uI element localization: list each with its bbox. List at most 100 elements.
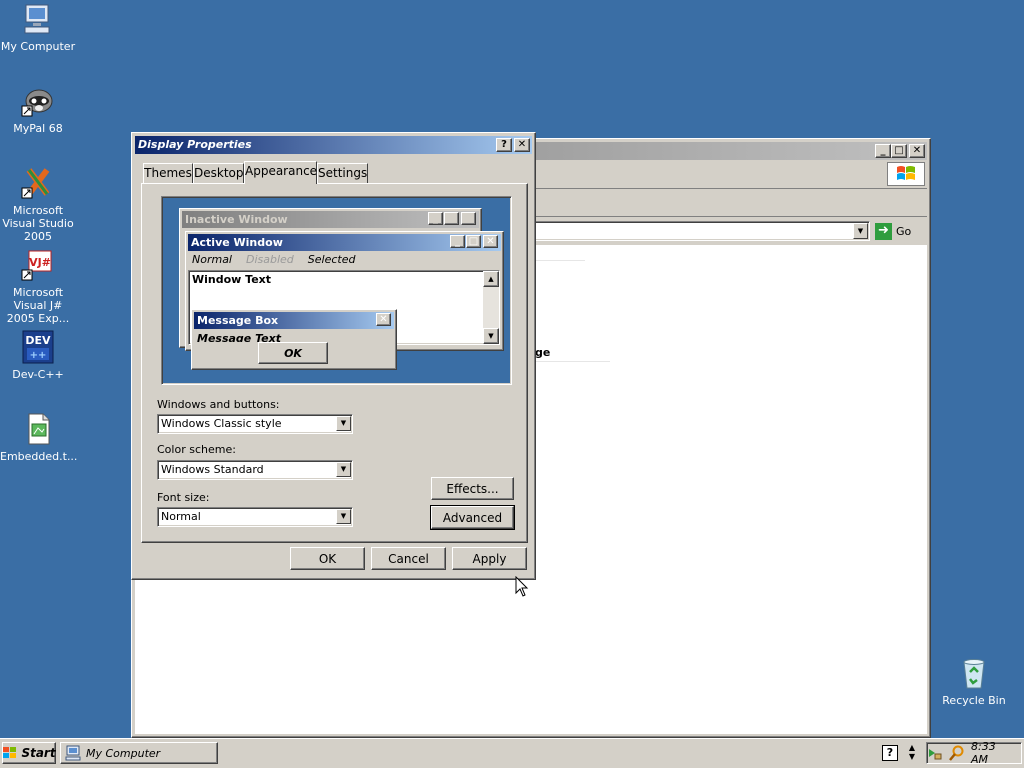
svg-text:++: ++ [30, 350, 47, 361]
tab-label: Desktop [194, 166, 244, 180]
desktop-icon-my-computer[interactable]: My Computer [0, 2, 76, 53]
content-divider [535, 361, 610, 362]
go-label: Go [896, 224, 912, 238]
appearance-preview: Inactive Window _ □ ✕ Active Window _ □ … [161, 196, 512, 385]
dialog-title-bar[interactable]: Display Properties ? ✕ [135, 136, 532, 154]
dialog-title: Display Properties [138, 138, 252, 151]
windows-flag-icon [2, 746, 18, 760]
taskbar: Start My Computer ? ▲ ▼ 8:33 AM [0, 738, 1024, 768]
windows-buttons-select[interactable]: Windows Classic style ▼ [157, 414, 353, 434]
tab-desktop[interactable]: Desktop [193, 163, 244, 183]
inactive-window-title: Inactive Window [185, 213, 288, 226]
desktop-icon-label: Microsoft Visual Studio 2005 [2, 204, 74, 243]
desktop-icon-dev-cpp[interactable]: DEV ++ Dev-C++ [0, 330, 76, 381]
preview-message-box-title-bar: Message Box ✕ [194, 312, 394, 329]
desktop-icon-visual-studio[interactable]: Microsoft Visual Studio 2005 [0, 166, 76, 243]
desktop-icon-visual-jsharp[interactable]: VJ# Microsoft Visual J# 2005 Exp... [0, 248, 76, 325]
desktop-icon-label: Recycle Bin [942, 694, 1006, 707]
tab-label: Appearance [245, 164, 318, 178]
scroll-down-icon: ▼ [483, 328, 499, 344]
minimize-button[interactable]: _ [875, 144, 891, 158]
preview-ok-button: OK [258, 342, 328, 364]
color-scheme-select[interactable]: Windows Standard ▼ [157, 460, 353, 480]
taskbar-item-label: My Computer [86, 746, 161, 760]
font-size-label: Font size: [157, 491, 210, 504]
close-icon: ✕ [376, 313, 391, 326]
maximize-button[interactable]: □ [891, 144, 907, 158]
message-box-title: Message Box [197, 314, 279, 327]
apply-label: Apply [472, 551, 507, 566]
desktop-icon-label: Dev-C++ [12, 368, 64, 381]
cancel-button[interactable]: Cancel [371, 547, 446, 570]
close-icon: ✕ [461, 212, 476, 225]
preview-message-box: Message Box ✕ Message Text OK [191, 309, 397, 370]
computer-icon [21, 2, 55, 36]
tab-themes[interactable]: Themes [143, 163, 193, 183]
menu-disabled: Disabled [246, 253, 294, 266]
svg-text:DEV: DEV [25, 334, 51, 347]
help-tray-icon[interactable]: ? [882, 745, 898, 761]
partial-group-heading: ge [535, 346, 551, 359]
close-button[interactable]: ✕ [514, 138, 530, 152]
cancel-label: Cancel [388, 551, 429, 566]
message-text-clip: Message Text [197, 331, 347, 343]
help-button[interactable]: ? [496, 138, 512, 152]
close-button[interactable]: ✕ [909, 144, 925, 158]
chevron-down-icon[interactable]: ▼ [336, 416, 351, 431]
maximize-icon: □ [466, 235, 481, 248]
clock[interactable]: 8:33 AM [971, 740, 1015, 766]
content-divider [535, 260, 585, 261]
language-switch-icon[interactable]: ▲ ▼ [906, 743, 918, 763]
ok-label: OK [318, 551, 337, 566]
color-scheme-label: Color scheme: [157, 443, 236, 456]
desktop-icon-label: Microsoft Visual J# 2005 Exp... [6, 286, 70, 325]
advanced-button[interactable]: Advanced [430, 505, 515, 530]
taskbar-item-my-computer[interactable]: My Computer [60, 742, 218, 764]
desktop-icon-embedded[interactable]: Embedded.t... [0, 412, 78, 463]
go-button[interactable]: ➜ Go [875, 221, 923, 241]
effects-label: Effects... [446, 481, 499, 496]
active-window-title: Active Window [191, 236, 283, 249]
windows-logo-icon [887, 162, 925, 186]
mouse-cursor-icon [515, 575, 529, 598]
effects-button[interactable]: Effects... [431, 477, 514, 500]
dev-cpp-icon: DEV ++ [21, 330, 55, 364]
visual-jsharp-icon: VJ# [21, 248, 55, 282]
start-button[interactable]: Start [2, 742, 56, 764]
desktop-icon-recycle-bin[interactable]: Recycle Bin [936, 656, 1012, 707]
minimize-icon: _ [450, 235, 465, 248]
tab-appearance[interactable]: Appearance [244, 161, 317, 184]
chevron-down-icon[interactable]: ▼ [336, 509, 351, 524]
windows-buttons-label: Windows and buttons: [157, 398, 280, 411]
preview-inactive-title-bar: Inactive Window _ □ ✕ [182, 211, 479, 228]
preview-scrollbar: ▲ ▼ [483, 271, 499, 344]
apply-button[interactable]: Apply [452, 547, 527, 570]
font-size-select[interactable]: Normal ▼ [157, 507, 353, 527]
chevron-down-icon[interactable]: ▼ [336, 462, 351, 477]
recycle-bin-icon [957, 656, 991, 690]
desktop-icon-label: Embedded.t... [0, 450, 78, 463]
message-text: Message Text [197, 332, 281, 343]
raccoon-browser-icon [21, 84, 55, 118]
visual-studio-icon [21, 166, 55, 200]
preview-menu-bar: Normal Disabled Selected [192, 253, 355, 266]
appearance-tab-panel: Inactive Window _ □ ✕ Active Window _ □ … [141, 183, 528, 543]
svg-text:VJ#: VJ# [29, 256, 51, 269]
advanced-label: Advanced [442, 510, 503, 525]
go-arrow-icon: ➜ [875, 222, 892, 240]
ok-button[interactable]: OK [290, 547, 365, 570]
address-dropdown-button[interactable]: ▼ [853, 223, 868, 239]
network-tray-icon[interactable] [927, 745, 943, 761]
document-icon [21, 412, 55, 446]
close-icon: ✕ [483, 235, 498, 248]
preview-active-title-bar: Active Window _ □ ✕ [188, 234, 501, 251]
window-text: Window Text [192, 273, 272, 286]
scroll-up-icon: ▲ [483, 271, 499, 287]
search-tray-icon[interactable] [949, 745, 965, 761]
tab-settings[interactable]: Settings [317, 163, 368, 183]
computer-icon [65, 745, 81, 761]
menu-selected: Selected [307, 253, 356, 266]
display-properties-dialog[interactable]: Display Properties ? ✕ Themes Desktop Ap… [131, 132, 536, 580]
maximize-icon: □ [444, 212, 459, 225]
desktop-icon-mypal[interactable]: MyPal 68 [0, 84, 76, 135]
